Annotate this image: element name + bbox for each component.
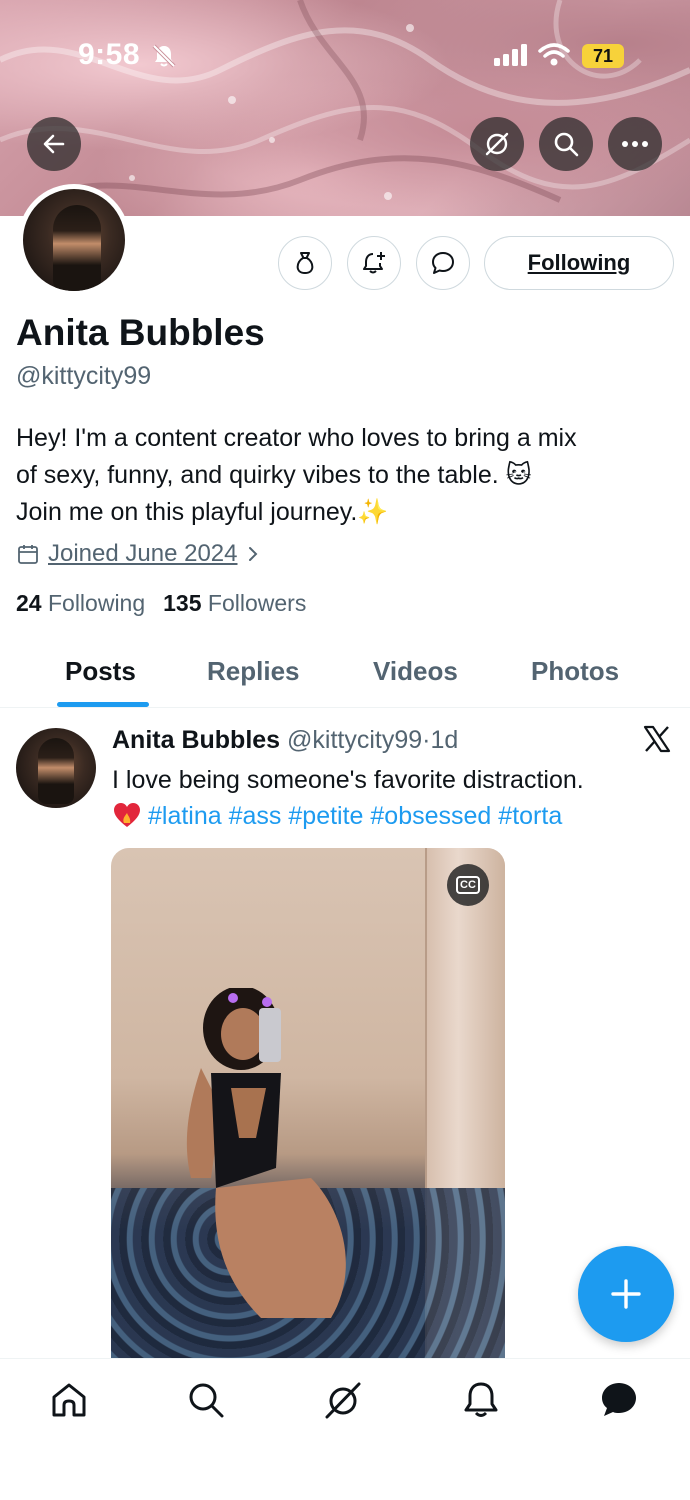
bio-line: Hey! I'm a content creator who loves to … <box>16 424 577 452</box>
message-button[interactable] <box>416 236 470 290</box>
battery-indicator: 71 <box>582 44 624 68</box>
hashtag-link[interactable]: #ass <box>229 802 282 830</box>
joined-label: Joined June 2024 <box>48 540 238 567</box>
home-icon[interactable] <box>48 1379 90 1421</box>
bio-line: Join me on this playful journey.✨ <box>16 498 389 526</box>
grok-icon <box>485 132 509 156</box>
joined-date[interactable]: Joined June 2024 <box>16 540 260 568</box>
notifications-icon[interactable] <box>460 1379 502 1421</box>
grok-button[interactable] <box>470 117 524 171</box>
video-subject <box>186 988 346 1318</box>
compose-button[interactable] <box>578 1246 674 1342</box>
profile-name: Anita Bubbles <box>16 312 265 353</box>
tab-photos[interactable]: Photos <box>531 656 619 687</box>
subscribe-button[interactable] <box>278 236 332 290</box>
chat-bubble-icon <box>432 252 454 274</box>
follow-stats: 24 Following 135 Followers <box>16 590 306 617</box>
back-button[interactable] <box>27 117 81 171</box>
post-avatar[interactable] <box>16 728 96 808</box>
post-text: I love being someone's favorite distract… <box>112 766 584 794</box>
following-button[interactable]: Following <box>484 236 674 290</box>
more-button[interactable] <box>608 117 662 171</box>
post-author-name[interactable]: Anita Bubbles <box>112 726 280 754</box>
profile-avatar[interactable] <box>18 184 130 296</box>
status-time: 9:58 <box>78 38 141 71</box>
following-count: 24 <box>16 590 42 616</box>
silent-mode-icon <box>152 44 176 68</box>
captions-button[interactable]: CC <box>447 864 489 906</box>
hashtag-link[interactable]: #latina <box>148 802 222 830</box>
messages-icon[interactable] <box>598 1379 640 1421</box>
profile-bio: Hey! I'm a content creator who loves to … <box>16 420 684 531</box>
hashtag-link[interactable]: #petite <box>288 802 363 830</box>
banner-image <box>0 0 690 203</box>
signal-icon <box>494 44 527 66</box>
post-video[interactable] <box>111 848 505 1358</box>
hashtag-link[interactable]: #obsessed <box>370 802 491 830</box>
search-icon <box>554 132 579 157</box>
tab-replies[interactable]: Replies <box>207 656 300 687</box>
tab-posts[interactable]: Posts <box>65 656 136 687</box>
followers-stat[interactable]: 135 Followers <box>163 590 306 617</box>
captions-label: CC <box>456 876 480 894</box>
active-tab-indicator <box>57 702 149 707</box>
post-hashtags: #latina #ass #petite #obsessed #torta <box>112 798 562 834</box>
following-stat[interactable]: 24 Following <box>16 590 145 617</box>
profile-handle: @kittycity99 <box>16 362 152 390</box>
search-button[interactable] <box>539 117 593 171</box>
tab-videos[interactable]: Videos <box>373 656 458 687</box>
following-label: Following <box>47 590 146 616</box>
profile-tabs: Posts Replies Videos Photos <box>0 640 690 708</box>
profile-banner[interactable]: 9:58 71 <box>0 0 690 216</box>
plus-icon <box>611 1279 641 1309</box>
more-icon <box>622 141 648 147</box>
followers-count: 135 <box>163 590 202 616</box>
chevron-right-icon <box>248 547 257 561</box>
post-time: 1d <box>430 726 459 754</box>
wifi-icon <box>538 43 570 66</box>
followers-label: Followers <box>207 590 307 616</box>
bio-line: of sexy, funny, and quirky vibes to the … <box>16 461 532 489</box>
hashtag-link[interactable]: #torta <box>498 802 562 830</box>
post-header: Anita Bubbles @kittycity99·1d <box>112 726 458 755</box>
grok-icon[interactable] <box>322 1379 364 1421</box>
money-bag-icon <box>296 252 314 275</box>
heart-on-fire-icon <box>114 803 140 827</box>
bell-plus-icon <box>363 252 385 274</box>
calendar-icon <box>18 545 38 564</box>
post-author-handle[interactable]: @kittycity99 <box>287 726 422 754</box>
notifications-button[interactable] <box>347 236 401 290</box>
x-logo-icon <box>643 725 671 753</box>
search-icon[interactable] <box>185 1379 227 1421</box>
post-separator: · <box>422 726 431 754</box>
arrow-left-icon <box>43 134 65 154</box>
bottom-navigation <box>0 1358 690 1500</box>
